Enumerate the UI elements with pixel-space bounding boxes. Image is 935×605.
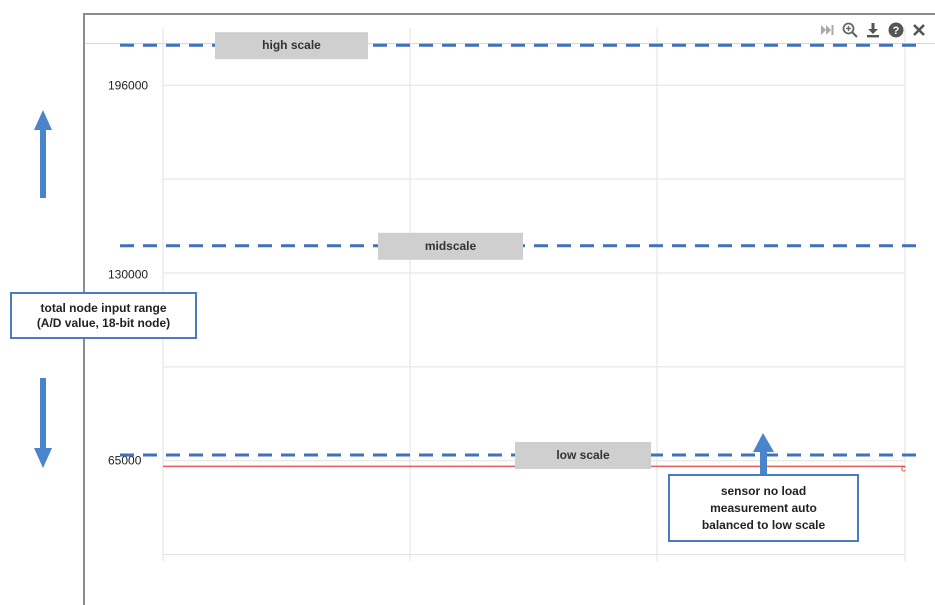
sensor-note-line-1: sensor no load	[720, 483, 807, 498]
reference-label: high scale	[262, 38, 321, 52]
up-arrow-shaft	[40, 128, 46, 198]
sensor-arrow-head	[753, 433, 774, 452]
up-arrow-head	[34, 110, 52, 130]
sensor-arrow-shaft	[760, 450, 767, 474]
input-range-line-1: total node input range	[40, 300, 167, 315]
down-arrow-head	[34, 448, 52, 468]
reference-label: low scale	[556, 448, 610, 462]
down-arrow-shaft	[40, 378, 46, 450]
series-end-marker: c	[901, 463, 906, 474]
sensor-note-line-3: balanced to low scale	[701, 517, 826, 532]
input-range-line-2: (A/D value, 18-bit node)	[36, 315, 171, 330]
y-tick-label: 196000	[108, 78, 148, 92]
y-tick-label: 130000	[108, 267, 148, 281]
reference-label: midscale	[425, 239, 477, 253]
input-range-callout: total node input range (A/D value, 18-bi…	[10, 292, 197, 339]
sensor-balance-callout: sensor no load measurement auto balanced…	[668, 474, 859, 542]
sensor-note-line-2: measurement auto	[710, 500, 817, 515]
